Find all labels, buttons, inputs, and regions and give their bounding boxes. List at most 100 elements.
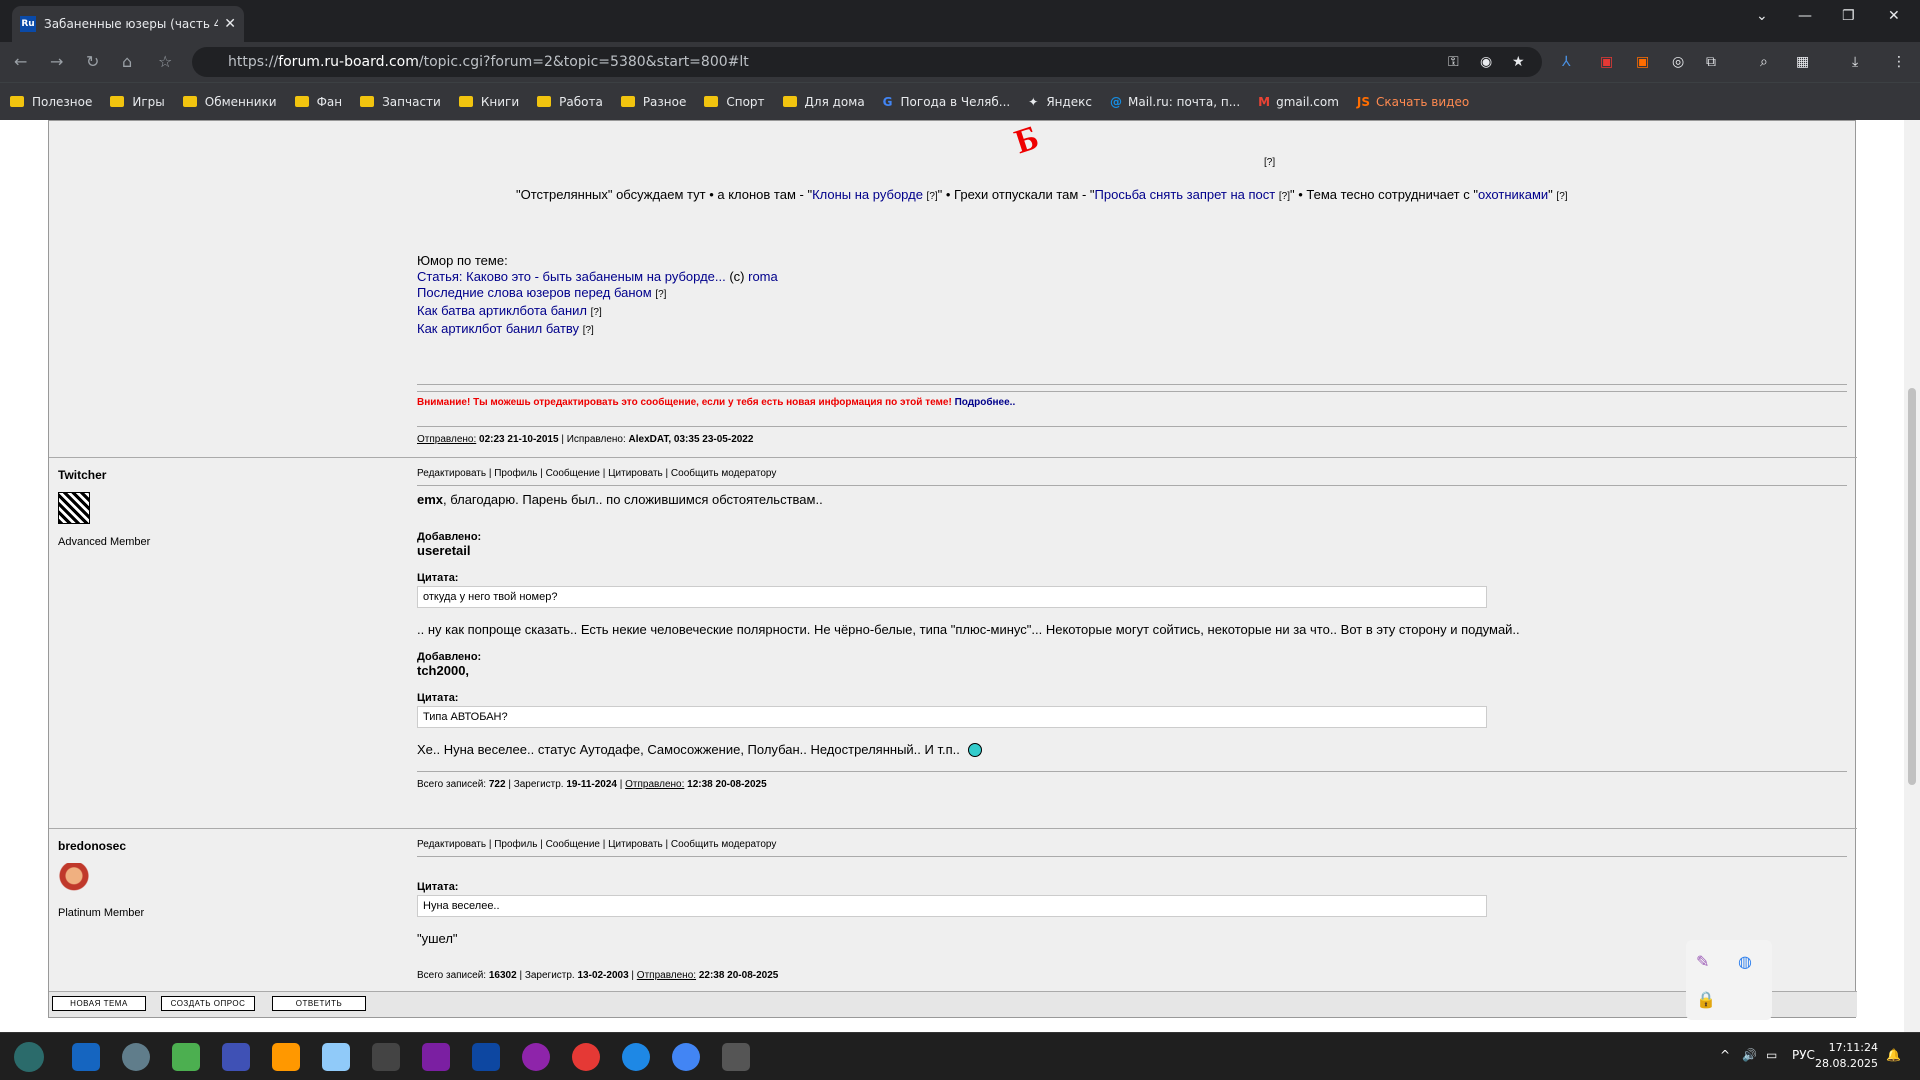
bookmark-folder[interactable]: Работа bbox=[537, 95, 603, 109]
download-icon[interactable]: ⤓ bbox=[1852, 54, 1858, 70]
bookmark-folder[interactable]: Книги bbox=[458, 95, 519, 109]
back-icon[interactable]: ← bbox=[14, 52, 27, 71]
app-icon[interactable] bbox=[72, 1043, 100, 1071]
bookmark-folder[interactable]: Полезное bbox=[10, 95, 92, 109]
help-link[interactable]: [?] bbox=[591, 307, 602, 318]
edit-link[interactable]: Редактировать bbox=[417, 468, 486, 479]
tab-search-icon[interactable]: ⌄ bbox=[1756, 8, 1768, 24]
app-icon[interactable] bbox=[722, 1043, 750, 1071]
report-link[interactable]: Сообщить модератору bbox=[671, 839, 776, 850]
lock-icon[interactable]: 🔒 bbox=[1696, 990, 1716, 1009]
search-icon[interactable]: ⌕ bbox=[1760, 54, 1768, 70]
help-link[interactable]: [?] bbox=[1264, 157, 1275, 168]
quill-icon[interactable] bbox=[422, 1043, 450, 1071]
bookmark-gmail[interactable]: Mgmail.com bbox=[1258, 95, 1339, 109]
clones-link[interactable]: Клоны на руборде bbox=[812, 187, 923, 202]
clapper-icon[interactable] bbox=[372, 1043, 400, 1071]
minimize-icon[interactable]: — bbox=[1798, 8, 1812, 24]
more-link[interactable]: Подробнее.. bbox=[955, 397, 1016, 408]
humor-link[interactable]: Как батва артиклбота банил bbox=[417, 303, 587, 318]
password-key-icon[interactable]: ⚿ bbox=[1448, 54, 1459, 70]
quill-icon[interactable]: ✎ bbox=[1696, 952, 1709, 971]
reply-button[interactable]: ОТВЕТИТЬ bbox=[272, 996, 366, 1011]
sent-label[interactable]: Отправлено: bbox=[637, 970, 696, 981]
new-topic-button[interactable]: НОВАЯ ТЕМА bbox=[52, 996, 146, 1011]
app-icon[interactable] bbox=[322, 1043, 350, 1071]
qbittorrent-icon[interactable]: ◍ bbox=[1738, 952, 1752, 971]
help-link[interactable]: [?] bbox=[1556, 191, 1567, 202]
chevron-up-icon[interactable]: ^ bbox=[1720, 1048, 1730, 1062]
bookmark-folder[interactable]: Спорт bbox=[704, 95, 765, 109]
address-bar[interactable]: https://forum.ru-board.com/topic.cgi?for… bbox=[192, 47, 1542, 77]
bookmark-folder[interactable]: Запчасти bbox=[360, 95, 441, 109]
browser-tab[interactable]: Ru Забаненные юзеры (часть 4-я) ✕ bbox=[12, 6, 244, 42]
scrollbar-thumb[interactable] bbox=[1908, 388, 1916, 785]
message-link[interactable]: Сообщение bbox=[546, 839, 600, 850]
star-icon[interactable]: ★ bbox=[1512, 54, 1525, 70]
app-icon[interactable] bbox=[272, 1043, 300, 1071]
sent-label[interactable]: Отправлено: bbox=[417, 434, 476, 445]
author-link[interactable]: roma bbox=[748, 269, 778, 284]
close-tab-icon[interactable]: ✕ bbox=[224, 16, 236, 32]
post-author[interactable]: Twitcher bbox=[58, 468, 106, 482]
clock[interactable]: 17:11:24 28.08.2025 bbox=[1815, 1040, 1878, 1072]
unban-link[interactable]: Просьба снять запрет на пост bbox=[1095, 187, 1276, 202]
qbittorrent-icon[interactable] bbox=[622, 1043, 650, 1071]
home-icon[interactable]: ⌂ bbox=[122, 52, 132, 71]
bookmark-yandex[interactable]: ✦ Яндекс bbox=[1028, 95, 1092, 109]
scrollbar[interactable] bbox=[1904, 120, 1920, 1032]
app-icon[interactable] bbox=[572, 1043, 600, 1071]
sidebar-icon[interactable]: ▦ bbox=[1796, 54, 1809, 70]
chrome-icon[interactable] bbox=[672, 1043, 700, 1071]
bookmark-folder[interactable]: Для дома bbox=[782, 95, 865, 109]
menu-icon[interactable]: ⋮ bbox=[1892, 54, 1906, 70]
help-link[interactable]: [?] bbox=[1279, 191, 1290, 202]
message-link[interactable]: Сообщение bbox=[546, 468, 600, 479]
humor-link[interactable]: Статья: Каково это - быть забаненым на р… bbox=[417, 269, 726, 284]
extension-icon[interactable]: ▣ bbox=[1636, 54, 1649, 70]
url-path: /topic.cgi?forum=2&topic=5380&start=800#… bbox=[418, 54, 749, 70]
humor-link[interactable]: Последние слова юзеров перед баном bbox=[417, 285, 652, 300]
help-link[interactable]: [?] bbox=[655, 289, 666, 300]
profile-link[interactable]: Профиль bbox=[494, 839, 537, 850]
app-icon[interactable] bbox=[472, 1043, 500, 1071]
hunters-link[interactable]: охотниками bbox=[1478, 187, 1548, 202]
bookmark-download-video[interactable]: JS Скачать видео bbox=[1357, 95, 1469, 109]
bookmark-folder[interactable]: Игры bbox=[110, 95, 165, 109]
reload-icon[interactable]: ↻ bbox=[86, 52, 99, 71]
profile-link[interactable]: Профиль bbox=[494, 468, 537, 479]
volume-icon[interactable]: 🔊 bbox=[1742, 1048, 1757, 1062]
bookmark-star-icon[interactable]: ☆ bbox=[158, 52, 172, 71]
quote-link[interactable]: Цитировать bbox=[608, 839, 663, 850]
restore-icon[interactable]: ❐ bbox=[1842, 8, 1855, 24]
app-icon[interactable] bbox=[522, 1043, 550, 1071]
edit-link[interactable]: Редактировать bbox=[417, 839, 486, 850]
bookmark-weather[interactable]: G Погода в Челяб... bbox=[883, 95, 1011, 109]
bookmark-folder[interactable]: Обменники bbox=[182, 95, 277, 109]
help-link[interactable]: [?] bbox=[583, 325, 594, 336]
app-icon[interactable] bbox=[222, 1043, 250, 1071]
bookmark-folder[interactable]: Разное bbox=[620, 95, 686, 109]
bookmark-mailru[interactable]: @ Mail.ru: почта, п... bbox=[1110, 95, 1240, 109]
extensions-puzzle-icon[interactable]: ⧉ bbox=[1706, 54, 1716, 70]
display-icon[interactable]: ▭ bbox=[1766, 1048, 1777, 1062]
new-poll-button[interactable]: СОЗДАТЬ ОПРОС bbox=[161, 996, 255, 1011]
tracking-icon[interactable]: ◉ bbox=[1480, 54, 1492, 70]
extension-icon[interactable]: ⅄ bbox=[1562, 54, 1571, 70]
extension-icon[interactable]: ▣ bbox=[1600, 54, 1613, 70]
forward-icon[interactable]: → bbox=[50, 52, 63, 71]
settings-icon[interactable] bbox=[122, 1043, 150, 1071]
sent-label[interactable]: Отправлено: bbox=[625, 779, 684, 790]
close-window-icon[interactable]: ✕ bbox=[1888, 8, 1900, 24]
help-link[interactable]: [?] bbox=[927, 191, 938, 202]
language-indicator[interactable]: РУС bbox=[1792, 1048, 1815, 1062]
humor-link[interactable]: Как артиклбот банил батву bbox=[417, 321, 579, 336]
quote-link[interactable]: Цитировать bbox=[608, 468, 663, 479]
post-author[interactable]: bredonosec bbox=[58, 839, 126, 853]
extension-icon[interactable]: ◎ bbox=[1672, 54, 1684, 70]
start-icon[interactable] bbox=[14, 1042, 44, 1072]
notification-bell-icon[interactable]: 🔔 bbox=[1886, 1048, 1901, 1062]
app-icon[interactable] bbox=[172, 1043, 200, 1071]
report-link[interactable]: Сообщить модератору bbox=[671, 468, 776, 479]
bookmark-folder[interactable]: Фан bbox=[294, 95, 342, 109]
